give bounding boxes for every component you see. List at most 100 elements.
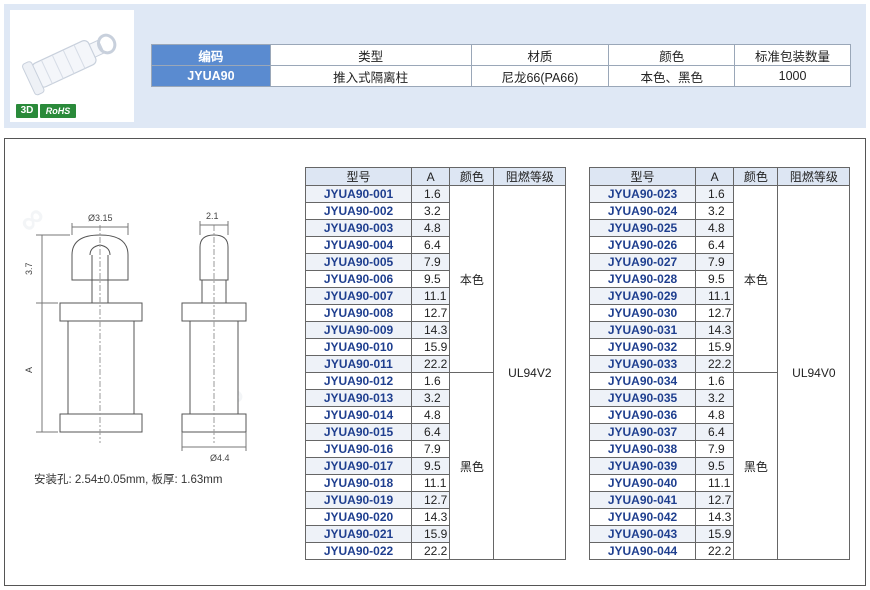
model-code: JYUA90-039 bbox=[589, 457, 696, 475]
model-header-cell: 阻燃等级 bbox=[777, 167, 851, 186]
a-value: 4.8 bbox=[410, 406, 451, 424]
a-value: 7.9 bbox=[410, 253, 451, 271]
a-value: 1.6 bbox=[694, 372, 735, 390]
model-code: JYUA90-040 bbox=[589, 474, 696, 492]
table-row: JYUA90-001 1.6 本色 UL94V2 bbox=[305, 185, 567, 560]
spec-header-material: 材质 bbox=[470, 44, 610, 66]
badge-rohs: RoHS bbox=[40, 104, 76, 118]
dim-top-diameter: Ø3.15 bbox=[88, 213, 113, 223]
model-code: JYUA90-008 bbox=[305, 304, 412, 322]
dim-base-diameter: Ø4.4 bbox=[210, 453, 230, 463]
model-code: JYUA90-033 bbox=[589, 355, 696, 373]
model-header-cell: A bbox=[410, 167, 451, 186]
a-value: 6.4 bbox=[410, 236, 451, 254]
a-value: 3.2 bbox=[694, 389, 735, 407]
model-code: JYUA90-007 bbox=[305, 287, 412, 305]
model-code: JYUA90-020 bbox=[305, 508, 412, 526]
badge-3d: 3D bbox=[16, 104, 38, 118]
model-header-row: 型号 A 颜色 阻燃等级 bbox=[305, 167, 567, 186]
model-code: JYUA90-042 bbox=[589, 508, 696, 526]
a-value: 22.2 bbox=[410, 355, 451, 373]
model-code: JYUA90-011 bbox=[305, 355, 412, 373]
model-code: JYUA90-001 bbox=[305, 185, 412, 203]
a-value: 15.9 bbox=[410, 338, 451, 356]
model-code: JYUA90-023 bbox=[589, 185, 696, 203]
spec-table: 编码 类型 材质 颜色 标准包装数量 JYUA90 推入式隔离柱 尼龙66(PA… bbox=[151, 44, 851, 87]
a-value: 15.9 bbox=[694, 525, 735, 543]
spec-header-row: 编码 类型 材质 颜色 标准包装数量 bbox=[151, 44, 851, 66]
model-header-cell: A bbox=[694, 167, 735, 186]
model-header-row: 型号 A 颜色 阻燃等级 bbox=[589, 167, 851, 186]
a-value: 6.4 bbox=[410, 423, 451, 441]
spec-header-code: 编码 bbox=[151, 44, 271, 66]
model-code: JYUA90-005 bbox=[305, 253, 412, 271]
model-code: JYUA90-032 bbox=[589, 338, 696, 356]
a-value: 15.9 bbox=[694, 338, 735, 356]
a-value: 4.8 bbox=[410, 219, 451, 237]
a-value: 1.6 bbox=[410, 372, 451, 390]
model-code: JYUA90-018 bbox=[305, 474, 412, 492]
model-code: JYUA90-035 bbox=[589, 389, 696, 407]
a-value: 14.3 bbox=[694, 508, 735, 526]
technical-drawing: Ø3.15 3.7 A 2.1 Ø4.4 bbox=[24, 211, 247, 463]
model-code: JYUA90-036 bbox=[589, 406, 696, 424]
model-code: JYUA90-030 bbox=[589, 304, 696, 322]
model-header-cell: 颜色 bbox=[733, 167, 779, 186]
model-table-left: 型号 A 颜色 阻燃等级 JYUA90-001 1.6 本色 UL94V2 JYUA90-002… bbox=[305, 167, 567, 560]
a-value: 9.5 bbox=[694, 270, 735, 288]
a-value: 22.2 bbox=[410, 542, 451, 560]
dim-a: A bbox=[24, 367, 34, 373]
model-code: JYUA90-027 bbox=[589, 253, 696, 271]
model-code: JYUA90-021 bbox=[305, 525, 412, 543]
a-value: 3.2 bbox=[410, 202, 451, 220]
model-header-cell: 型号 bbox=[589, 167, 696, 186]
a-value: 12.7 bbox=[694, 491, 735, 509]
a-value: 9.5 bbox=[410, 270, 451, 288]
model-header-cell: 型号 bbox=[305, 167, 412, 186]
spec-value-code: JYUA90 bbox=[151, 65, 271, 87]
model-code: JYUA90-024 bbox=[589, 202, 696, 220]
model-header-cell: 阻燃等级 bbox=[493, 167, 567, 186]
a-value: 7.9 bbox=[694, 440, 735, 458]
spec-value-row: JYUA90 推入式隔离柱 尼龙66(PA66) 本色、黑色 1000 bbox=[151, 65, 851, 87]
a-value: 6.4 bbox=[694, 236, 735, 254]
flame-rating: UL94V0 bbox=[777, 185, 851, 560]
a-value: 11.1 bbox=[410, 474, 451, 492]
a-value: 14.3 bbox=[694, 321, 735, 339]
model-code: JYUA90-043 bbox=[589, 525, 696, 543]
a-value: 7.9 bbox=[694, 253, 735, 271]
model-code: JYUA90-028 bbox=[589, 270, 696, 288]
spec-header-type: 类型 bbox=[269, 44, 472, 66]
a-value: 4.8 bbox=[694, 219, 735, 237]
a-value: 12.7 bbox=[694, 304, 735, 322]
spec-value-pack: 1000 bbox=[734, 65, 851, 87]
a-value: 1.6 bbox=[410, 185, 451, 203]
a-value: 22.2 bbox=[694, 542, 735, 560]
a-value: 12.7 bbox=[410, 491, 451, 509]
model-code: JYUA90-029 bbox=[589, 287, 696, 305]
spec-value-color: 本色、黑色 bbox=[608, 65, 736, 87]
model-code: JYUA90-017 bbox=[305, 457, 412, 475]
model-code: JYUA90-004 bbox=[305, 236, 412, 254]
model-code: JYUA90-009 bbox=[305, 321, 412, 339]
table-row: JYUA90-023 1.6 本色 UL94V0 bbox=[589, 185, 851, 560]
a-value: 6.4 bbox=[694, 423, 735, 441]
model-code: JYUA90-044 bbox=[589, 542, 696, 560]
model-code: JYUA90-038 bbox=[589, 440, 696, 458]
spec-header-pack: 标准包装数量 bbox=[734, 44, 851, 66]
model-code: JYUA90-041 bbox=[589, 491, 696, 509]
a-value: 11.1 bbox=[694, 287, 735, 305]
model-header-cell: 颜色 bbox=[449, 167, 495, 186]
model-code: JYUA90-002 bbox=[305, 202, 412, 220]
model-code: JYUA90-016 bbox=[305, 440, 412, 458]
model-code: JYUA90-031 bbox=[589, 321, 696, 339]
a-value: 14.3 bbox=[410, 508, 451, 526]
a-value: 11.1 bbox=[694, 474, 735, 492]
color-natural: 本色 bbox=[449, 185, 495, 373]
a-value: 11.1 bbox=[410, 287, 451, 305]
spec-value-material: 尼龙66(PA66) bbox=[470, 65, 610, 87]
model-code: JYUA90-006 bbox=[305, 270, 412, 288]
model-code: JYUA90-022 bbox=[305, 542, 412, 560]
model-code: JYUA90-037 bbox=[589, 423, 696, 441]
dim-side-width: 2.1 bbox=[206, 211, 219, 221]
